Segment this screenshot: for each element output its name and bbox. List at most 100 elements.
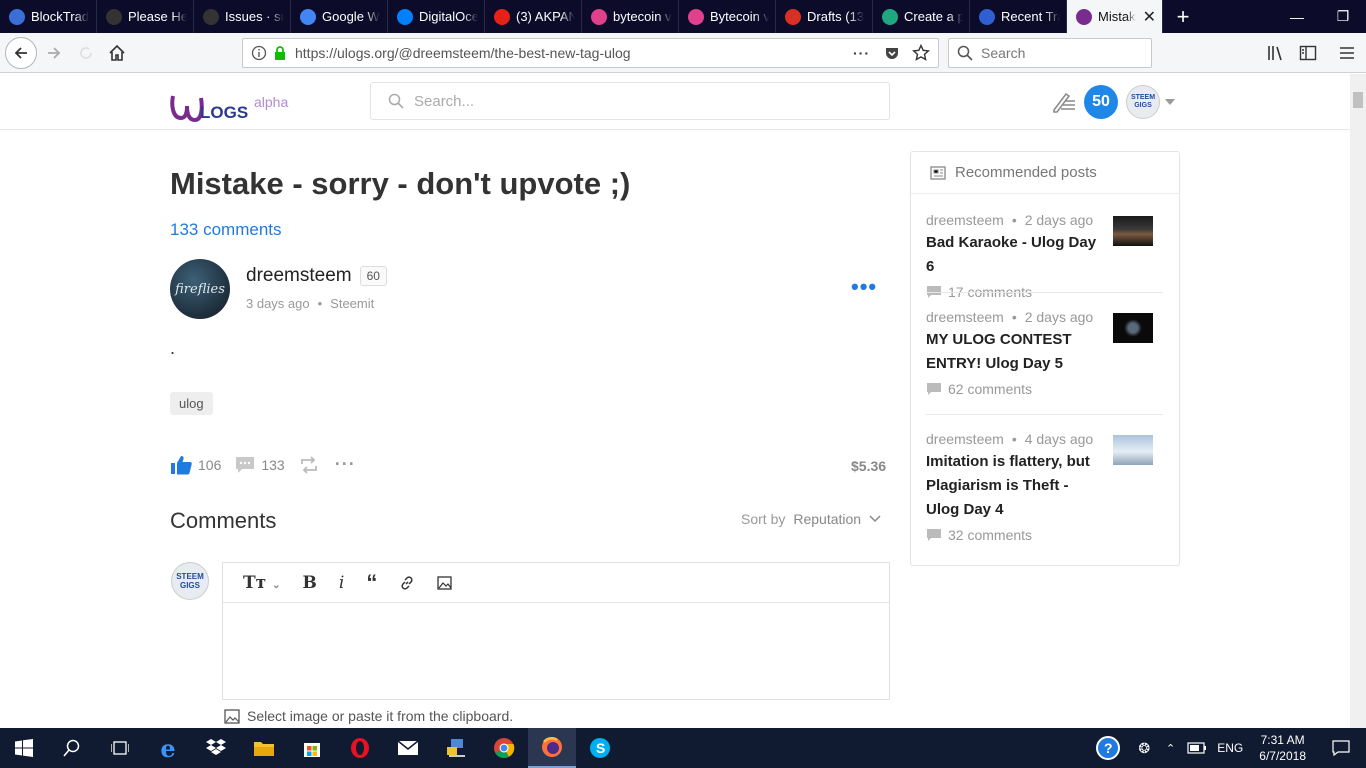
author-avatar[interactable]: fireflies: [170, 259, 230, 319]
info-icon[interactable]: [251, 45, 267, 61]
skype-icon[interactable]: S: [576, 728, 624, 768]
rec-post-author[interactable]: dreemsteem: [926, 309, 1004, 325]
file-explorer-icon[interactable]: [240, 728, 288, 768]
rec-post-title[interactable]: Imitation is flattery, but Plagiarism is…: [926, 450, 1106, 522]
rec-post-thumbnail[interactable]: [1113, 216, 1153, 246]
upvote-thumb-icon[interactable]: [170, 455, 192, 475]
resteem-icon[interactable]: [299, 455, 319, 474]
browser-tab[interactable]: Issues · su: [194, 0, 291, 33]
windows-start-icon[interactable]: [0, 728, 48, 768]
rec-post-author[interactable]: dreemsteem: [926, 431, 1004, 447]
action-center-icon[interactable]: [1332, 740, 1350, 756]
store-icon[interactable]: [288, 728, 336, 768]
people-icon[interactable]: ❂: [1138, 740, 1150, 757]
browser-tab[interactable]: Create a p: [873, 0, 970, 33]
chevron-down-icon[interactable]: [869, 515, 881, 523]
browser-search-field[interactable]: Search: [948, 38, 1152, 68]
sort-dropdown[interactable]: Reputation: [793, 511, 861, 527]
image-icon[interactable]: [437, 575, 452, 590]
chrome-icon[interactable]: [480, 728, 528, 768]
home-button[interactable]: [101, 37, 133, 69]
page-scrollbar[interactable]: [1350, 74, 1366, 728]
task-view-icon[interactable]: [96, 728, 144, 768]
browser-tab[interactable]: BlockTrad: [0, 0, 97, 33]
mail-icon[interactable]: [384, 728, 432, 768]
rec-post-comments[interactable]: 32 comments: [948, 527, 1032, 543]
browser-tab[interactable]: Please Hel: [97, 0, 194, 33]
more-actions-icon[interactable]: ···: [335, 454, 356, 475]
write-post-icon[interactable]: [1051, 91, 1077, 113]
bookmark-star-icon[interactable]: [912, 44, 930, 62]
browser-tab[interactable]: Drafts (13: [776, 0, 873, 33]
tray-chevron-icon[interactable]: ⌃: [1166, 742, 1175, 755]
edge-icon[interactable]: e: [144, 728, 192, 768]
rec-post-title[interactable]: MY ULOG CONTEST ENTRY! Ulog Day 5: [926, 328, 1106, 376]
taskbar-search-icon[interactable]: [48, 728, 96, 768]
browser-tab[interactable]: Bytecoin v: [679, 0, 776, 33]
browser-tab[interactable]: DigitalOce: [388, 0, 485, 33]
italic-icon[interactable]: i: [339, 573, 344, 593]
youtube-icon: [494, 8, 510, 25]
tab-title: Google W: [322, 9, 380, 24]
network-app-icon[interactable]: [432, 728, 480, 768]
recent-icon: [979, 8, 995, 25]
pocket-icon[interactable]: [884, 45, 900, 61]
ulogs-logo[interactable]: LOGS alpha: [170, 90, 288, 124]
scrollbar-thumb[interactable]: [1353, 92, 1363, 108]
url-text[interactable]: https://ulogs.org/@dreemsteem/the-best-n…: [295, 45, 631, 61]
battery-icon[interactable]: [1187, 742, 1207, 754]
post-menu-icon[interactable]: •••: [851, 274, 877, 300]
restore-button[interactable]: ❐: [1320, 0, 1366, 33]
lock-icon: [275, 46, 285, 60]
help-icon[interactable]: ?: [1096, 736, 1121, 760]
link-icon[interactable]: [399, 575, 415, 591]
notifications-badge[interactable]: 50: [1084, 85, 1118, 119]
site-header: LOGS alpha Search... 50 STEEM GIGS: [0, 74, 1350, 130]
address-bar[interactable]: https://ulogs.org/@dreemsteem/the-best-n…: [242, 38, 939, 68]
rec-post-title[interactable]: Bad Karaoke - Ulog Day 6: [926, 231, 1106, 279]
author-name[interactable]: dreemsteem: [246, 265, 352, 287]
tab-title: (3) AKPAN: [516, 9, 575, 24]
browser-tab[interactable]: bytecoin v: [582, 0, 679, 33]
browser-tab[interactable]: (3) AKPAN: [485, 0, 582, 33]
user-avatar[interactable]: STEEM GIGS: [1126, 85, 1160, 119]
caret-down-icon[interactable]: [1165, 99, 1175, 105]
forward-button[interactable]: [38, 37, 70, 69]
meta-separator: •: [1011, 309, 1017, 325]
commenter-avatar[interactable]: STEEM GIGS: [171, 562, 209, 600]
browser-tab[interactable]: Mistak ✕: [1067, 0, 1163, 33]
image-upload-icon[interactable]: [224, 708, 240, 724]
menu-icon[interactable]: [1338, 44, 1356, 62]
rec-post-thumbnail[interactable]: [1113, 435, 1153, 465]
comment-textarea[interactable]: [223, 603, 889, 699]
quote-icon[interactable]: “: [366, 571, 377, 593]
post-app[interactable]: Steemit: [330, 296, 374, 311]
rec-post-author[interactable]: dreemsteem: [926, 212, 1004, 228]
close-tab-icon[interactable]: ✕: [1143, 7, 1156, 27]
image-upload-hint[interactable]: Select image or paste it from the clipbo…: [247, 708, 513, 724]
comments-link[interactable]: 133 comments: [170, 220, 282, 240]
browser-tab[interactable]: Google W: [291, 0, 388, 33]
minimize-button[interactable]: —: [1274, 0, 1320, 33]
firefox-icon[interactable]: [528, 728, 576, 768]
tag-ulog[interactable]: ulog: [170, 392, 213, 415]
browser-tab[interactable]: Recent Tra: [970, 0, 1067, 33]
site-search-input[interactable]: Search...: [370, 82, 890, 120]
rec-post-thumbnail[interactable]: [1113, 313, 1153, 343]
rec-post-comments[interactable]: 62 comments: [948, 381, 1032, 397]
new-tab-button[interactable]: +: [1163, 0, 1203, 33]
reload-button[interactable]: [70, 37, 102, 69]
sidebar-toggle-icon[interactable]: [1299, 44, 1317, 62]
back-button[interactable]: [5, 37, 37, 69]
language-indicator[interactable]: ENG: [1217, 741, 1243, 755]
library-icon[interactable]: [1267, 44, 1285, 62]
bold-icon[interactable]: B: [303, 573, 317, 593]
clock[interactable]: 7:31 AM 6/7/2018: [1259, 732, 1306, 764]
comment-bubble-icon[interactable]: [235, 456, 255, 474]
dropbox-icon[interactable]: [192, 728, 240, 768]
payout-value[interactable]: $5.36: [851, 458, 886, 474]
page-actions-icon[interactable]: ···: [853, 45, 870, 61]
opera-icon[interactable]: [336, 728, 384, 768]
comment-editor: Тт ⌄ B i “: [222, 562, 890, 700]
heading-format-icon[interactable]: Тт ⌄: [243, 573, 281, 593]
